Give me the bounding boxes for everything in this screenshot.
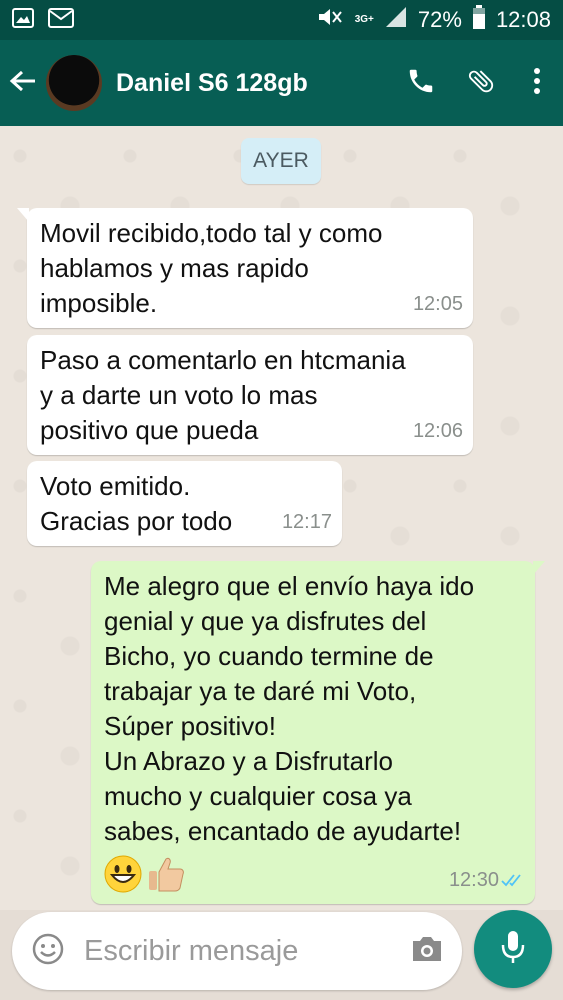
message-time: 12:06 bbox=[412, 420, 463, 442]
read-receipt-icon bbox=[501, 861, 523, 896]
message-text: Paso a comentarlo en htcmania y a darte … bbox=[40, 345, 406, 445]
message-input[interactable]: Escribir mensaje bbox=[84, 935, 392, 968]
message-bubble-incoming[interactable]: Movil recibido,todo tal y como hablamos … bbox=[17, 208, 473, 328]
contact-name[interactable]: Daniel S6 128gb bbox=[116, 69, 391, 98]
more-options-button[interactable] bbox=[511, 40, 563, 126]
voice-message-button[interactable] bbox=[474, 910, 552, 988]
chat-area[interactable]: AYER Movil recibido,todo tal y como habl… bbox=[0, 126, 563, 910]
message-composer: Escribir mensaje bbox=[12, 912, 462, 990]
mail-icon bbox=[48, 7, 74, 33]
clock: 12:08 bbox=[495, 7, 551, 32]
message-time: 12:05 bbox=[412, 293, 463, 315]
battery-level: 72% bbox=[417, 7, 462, 32]
chat-header: Daniel S6 128gb bbox=[0, 40, 563, 126]
mic-icon bbox=[500, 929, 526, 970]
grinning-face-emoji bbox=[104, 855, 142, 902]
more-vert-icon bbox=[533, 67, 541, 100]
call-button[interactable] bbox=[391, 40, 451, 126]
signal-icon bbox=[384, 5, 408, 35]
phone-icon bbox=[406, 66, 436, 101]
network-type: 3G+ bbox=[354, 14, 374, 25]
date-separator: AYER bbox=[241, 138, 321, 184]
message-bubble-outgoing[interactable]: Me alegro que el envío haya ido genial y… bbox=[91, 561, 545, 904]
emoji-icon bbox=[32, 933, 64, 970]
message-time: 12:30 bbox=[448, 869, 499, 891]
attach-icon bbox=[466, 66, 496, 101]
emoji-button[interactable] bbox=[12, 912, 84, 990]
status-bar: 3G+ 72% 12:08 bbox=[0, 0, 563, 40]
message-time: 12:17 bbox=[281, 511, 332, 533]
attach-button[interactable] bbox=[451, 40, 511, 126]
message-bubble-incoming[interactable]: Paso a comentarlo en htcmania y a darte … bbox=[27, 335, 473, 455]
battery-icon bbox=[472, 5, 486, 35]
back-button[interactable] bbox=[0, 40, 46, 126]
back-arrow-icon bbox=[9, 69, 37, 98]
camera-button[interactable] bbox=[392, 912, 462, 990]
message-text: Movil recibido,todo tal y como hablamos … bbox=[40, 218, 383, 318]
camera-icon bbox=[410, 935, 444, 968]
image-icon bbox=[12, 7, 34, 33]
message-text: Me alegro que el envío haya ido genial y… bbox=[104, 571, 475, 846]
mute-icon bbox=[315, 6, 345, 34]
thumbs-up-emoji bbox=[146, 855, 186, 902]
avatar[interactable] bbox=[46, 55, 102, 111]
message-bubble-incoming[interactable]: Voto emitido. Gracias por todo 12:17 bbox=[27, 461, 342, 546]
